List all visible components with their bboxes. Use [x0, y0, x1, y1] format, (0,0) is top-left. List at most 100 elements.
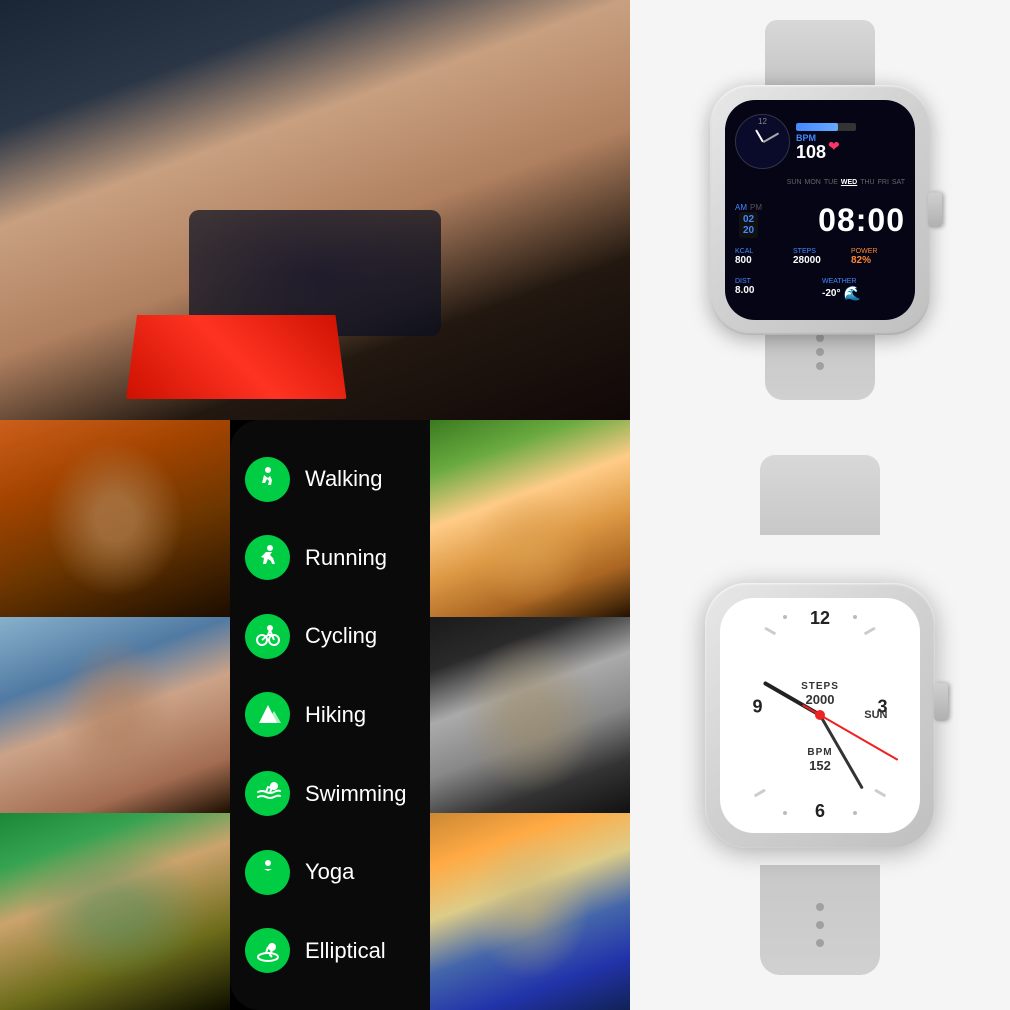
hiking-icon-circle — [245, 692, 290, 737]
bpm-value: 108 — [796, 143, 826, 161]
sport-photo-stretch — [0, 813, 230, 1010]
num-6: 6 — [815, 801, 825, 822]
watch-row-3: KCAL 800 STEPS 28000 POWER 82% — [735, 248, 905, 274]
stat-kcal: KCAL 800 — [735, 248, 789, 274]
band-hole — [816, 903, 824, 911]
steps-value: 28000 — [793, 255, 847, 266]
sport-photos-right — [430, 420, 630, 1010]
analog-face: 12 3 6 9 — [723, 600, 918, 830]
crown-button-2[interactable] — [934, 683, 948, 721]
activity-item-swimming[interactable]: Swimming — [245, 771, 415, 816]
min-dot — [783, 615, 787, 619]
day-mon: MON — [805, 179, 821, 194]
weather-icon: 🌊 — [843, 285, 860, 302]
watch-screen-digital: BPM 108 ❤ SUN MON TUE WED T — [725, 100, 915, 320]
activity-menu: Walking Running — [230, 420, 430, 1010]
dist-value: 8.00 — [735, 285, 818, 296]
band-bottom-2 — [760, 865, 880, 975]
day-wed: WED — [841, 179, 857, 194]
date-month: 02 — [743, 214, 754, 225]
num-9: 9 — [753, 697, 763, 718]
walking-icon — [254, 465, 282, 493]
day-sun: SUN — [787, 179, 802, 194]
running-label: Running — [305, 545, 387, 571]
band-top-1 — [765, 20, 875, 90]
weather-label: WEATHER — [822, 278, 905, 285]
days-row: SUN MON TUE WED THU FRI SAT — [735, 179, 905, 194]
cycling-icon-circle — [245, 614, 290, 659]
min-dot — [853, 811, 857, 815]
watch-display-analog: 12 3 6 9 — [630, 420, 1010, 1010]
sport-photo-fitness — [0, 420, 230, 617]
walking-icon-circle — [245, 457, 290, 502]
battery-bpm-area: BPM 108 ❤ — [796, 123, 905, 161]
steps-label: STEPS — [793, 248, 847, 255]
cycling-label: Cycling — [305, 623, 377, 649]
sport-photo-running-track — [430, 420, 630, 617]
activity-item-yoga[interactable]: Yoga — [245, 850, 415, 895]
cycling-icon — [254, 622, 282, 650]
pm-label: PM — [750, 203, 762, 212]
dist-label: DIST — [735, 278, 818, 285]
activity-item-cycling[interactable]: Cycling — [245, 614, 415, 659]
min-dot — [783, 811, 787, 815]
date-ampm-section: AM PM 02 20 — [735, 203, 762, 238]
elliptical-icon-circle — [245, 928, 290, 973]
date-day: 20 — [743, 225, 754, 236]
hiking-label: Hiking — [305, 702, 366, 728]
crown-button[interactable] — [928, 193, 942, 228]
bpm-value-2: 152 — [807, 758, 832, 773]
day-thu: THU — [860, 179, 874, 194]
num-12: 12 — [810, 608, 830, 629]
yoga-label: Yoga — [305, 859, 354, 885]
tick-mark — [764, 627, 776, 636]
watch-screen-analog: 12 3 6 9 — [720, 598, 920, 833]
band-hole — [816, 362, 824, 370]
heart-icon: ❤ — [828, 138, 840, 155]
battery-fill — [796, 123, 838, 131]
band-hole — [816, 334, 824, 342]
activity-item-walking[interactable]: Walking — [245, 457, 415, 502]
hiking-icon — [254, 701, 282, 729]
battery-bar — [796, 123, 856, 131]
swimming-icon-circle — [245, 771, 290, 816]
am-label: AM — [735, 203, 747, 212]
bpm-label-2: BPM — [807, 747, 832, 758]
watch-row-2: AM PM 02 20 08:00 — [735, 198, 905, 243]
watch-center-bpm: BPM 152 — [807, 717, 832, 773]
watch-case-analog: 12 3 6 9 — [705, 583, 935, 848]
day-fri: FRI — [878, 179, 889, 194]
activity-item-elliptical[interactable]: Elliptical — [245, 928, 415, 973]
athlete-photo — [0, 0, 630, 420]
sport-photo-yoga — [0, 617, 230, 814]
watch-center-steps: STEPS 2000 — [801, 681, 839, 707]
clock-analog-small — [735, 114, 790, 169]
weather-value: -20° — [822, 288, 840, 299]
sport-photo-cycling-outdoor — [430, 617, 630, 814]
kcal-label: KCAL — [735, 248, 789, 255]
band-hole — [816, 939, 824, 947]
swimming-icon — [254, 780, 282, 808]
min-hand-small — [762, 132, 778, 142]
activity-item-hiking[interactable]: Hiking — [245, 692, 415, 737]
yoga-icon — [254, 858, 282, 886]
min-dot — [853, 615, 857, 619]
watch-body-digital: BPM 108 ❤ SUN MON TUE WED T — [680, 20, 960, 400]
tick-mark — [754, 789, 766, 798]
activity-item-running[interactable]: Running — [245, 535, 415, 580]
tick-mark — [864, 627, 876, 636]
elliptical-label: Elliptical — [305, 938, 386, 964]
watch-body-analog: 12 3 6 9 — [680, 455, 960, 975]
steps-label-2: STEPS — [801, 681, 839, 692]
running-icon — [254, 544, 282, 572]
sport-photo-active-wear — [430, 813, 630, 1010]
center-dot — [815, 710, 825, 720]
watch-day: SUN — [864, 709, 887, 721]
watch-time: 08:00 — [818, 202, 905, 239]
day-sat: SAT — [892, 179, 905, 194]
stat-weather: WEATHER -20° 🌊 — [822, 278, 905, 310]
sport-photos-left — [0, 420, 230, 1010]
watch-case-digital: BPM 108 ❤ SUN MON TUE WED T — [710, 85, 930, 335]
band-top-2 — [760, 455, 880, 535]
power-value: 82% — [851, 255, 905, 266]
